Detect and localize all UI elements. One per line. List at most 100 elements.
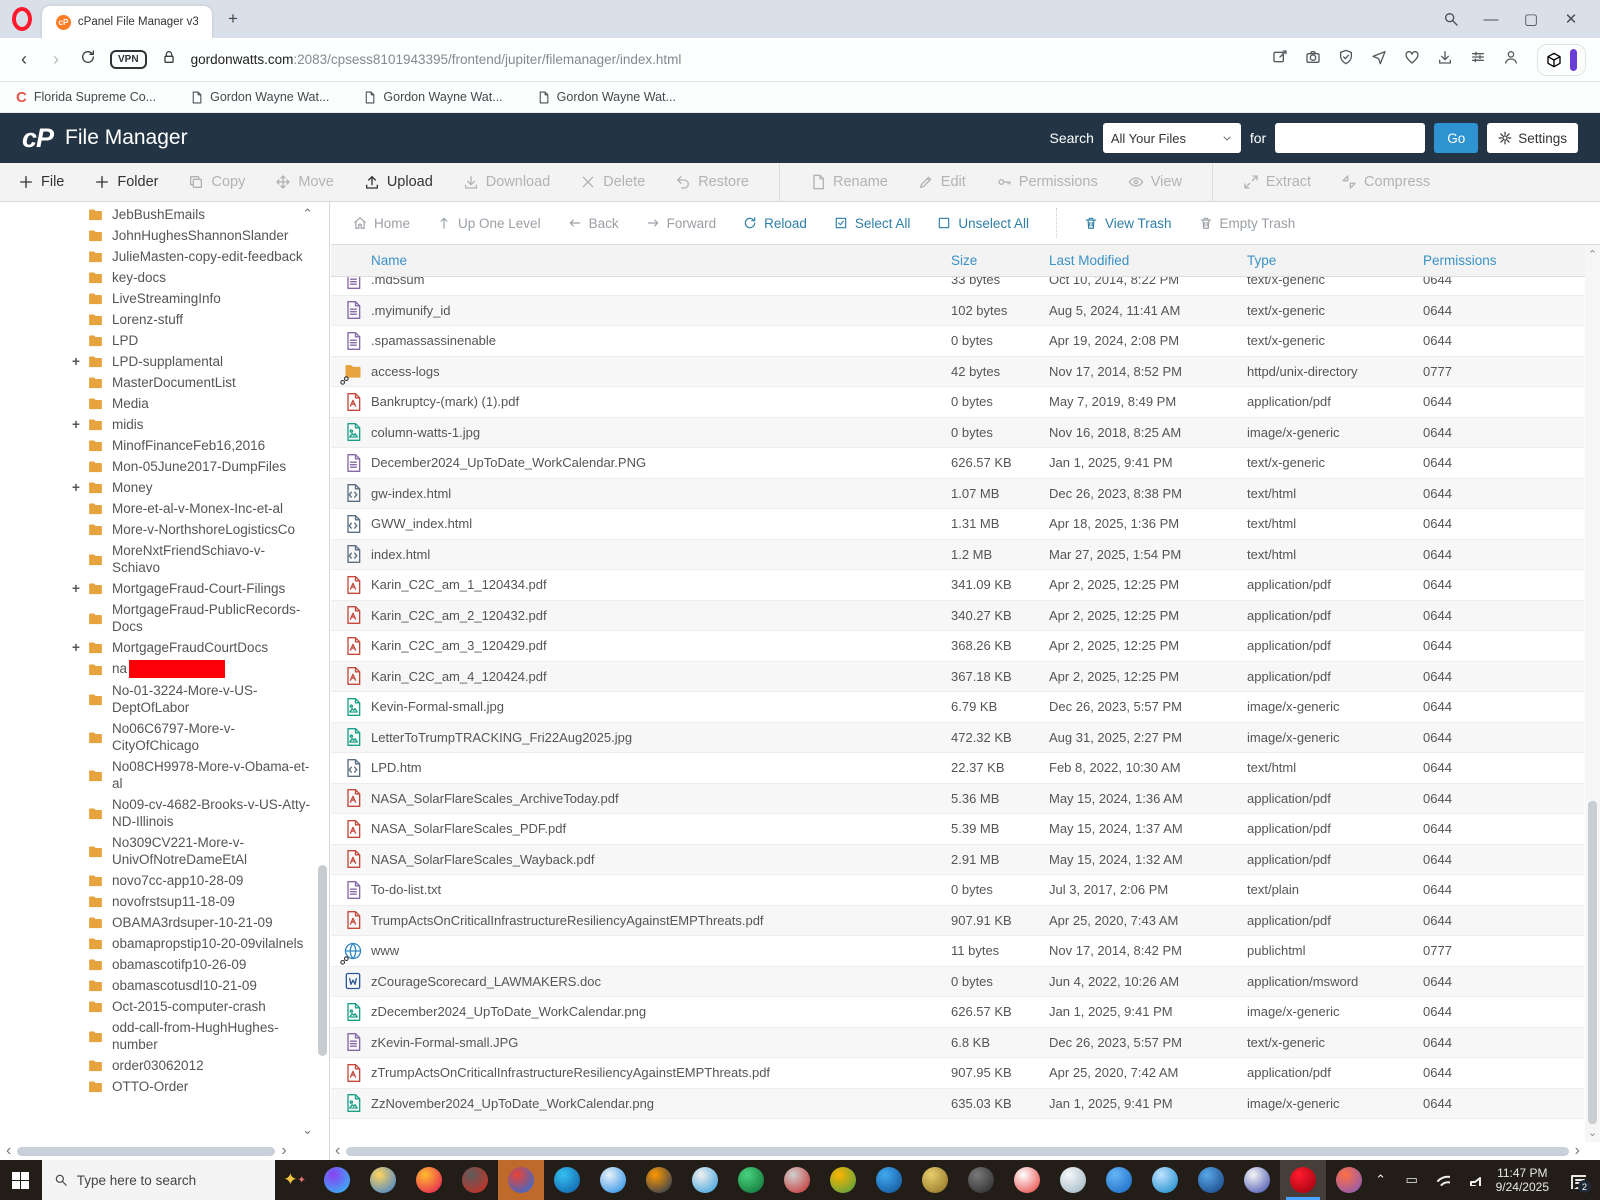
sidebar-item-morenxtfriendschiavo-v-schiavo[interactable]: MoreNxtFriendSchiavo-v-Schiavo bbox=[0, 540, 315, 578]
sidebar-item-no06c6797-more-v-cityofchicago[interactable]: No06C6797-More-v-CityOfChicago bbox=[0, 718, 315, 756]
close-button[interactable]: ✕ bbox=[1558, 6, 1584, 32]
table-row[interactable]: Karin_C2C_am_3_120429.pdf368.26 KBApr 2,… bbox=[331, 631, 1584, 662]
sidebar-scrollbar-thumb[interactable] bbox=[318, 865, 327, 1057]
column-header-type[interactable]: Type bbox=[1247, 253, 1423, 268]
forward-button[interactable]: Forward bbox=[646, 216, 717, 231]
file-name[interactable]: zTrumpActsOnCriticalInfrastructureResili… bbox=[371, 1065, 951, 1080]
back-icon[interactable]: ‹ bbox=[14, 49, 34, 70]
file-name[interactable]: Karin_C2C_am_3_120429.pdf bbox=[371, 638, 951, 653]
sidebar-item-no309cv221-more-v-univofnotredameetal[interactable]: No309CV221-More-v-UnivOfNotreDameEtAl bbox=[0, 832, 315, 870]
table-row[interactable]: Kevin-Formal-small.jpg6.79 KBDec 26, 202… bbox=[331, 692, 1584, 723]
file-name[interactable]: ZzNovember2024_UpToDate_WorkCalendar.png bbox=[371, 1096, 951, 1111]
file-name[interactable]: Karin_C2C_am_1_120434.pdf bbox=[371, 577, 951, 592]
table-horizontal-scrollbar[interactable]: ‹ › bbox=[335, 1144, 1580, 1158]
table-row[interactable]: zDecember2024_UpToDate_WorkCalendar.png6… bbox=[331, 997, 1584, 1028]
person-icon[interactable] bbox=[1503, 49, 1519, 70]
file-name[interactable]: www bbox=[371, 943, 951, 958]
stock-chart-icon[interactable] bbox=[1004, 1160, 1050, 1200]
table-row[interactable]: NASA_SolarFlareScales_PDF.pdf5.39 MBMay … bbox=[331, 814, 1584, 845]
media-player-icon[interactable] bbox=[728, 1160, 774, 1200]
file-name[interactable]: Karin_C2C_am_2_120432.pdf bbox=[371, 608, 951, 623]
sidebar-item-masterdocumentlist[interactable]: MasterDocumentList bbox=[0, 372, 315, 393]
table-row[interactable]: Bankruptcy-(mark) (1).pdf0 bytesMay 7, 2… bbox=[331, 387, 1584, 418]
bookmark-item[interactable]: Gordon Wayne Wat... bbox=[537, 90, 676, 104]
bookmark-item[interactable]: Gordon Wayne Wat... bbox=[190, 90, 329, 104]
mail-download-icon[interactable] bbox=[682, 1160, 728, 1200]
send-icon[interactable] bbox=[1371, 49, 1387, 70]
table-row[interactable]: GWW_index.html1.31 MBApr 18, 2025, 1:36 … bbox=[331, 509, 1584, 540]
empty-trash-button[interactable]: Empty Trash bbox=[1199, 216, 1296, 231]
chrome-icon[interactable] bbox=[498, 1160, 544, 1200]
file-name[interactable]: Karin_C2C_am_4_120424.pdf bbox=[371, 669, 951, 684]
sidebar-item-obamascotifp10-26-09[interactable]: obamascotifp10-26-09 bbox=[0, 954, 315, 975]
sidebar-item-novo7cc-app10-28-09[interactable]: novo7cc-app10-28-09 bbox=[0, 870, 315, 891]
file-name[interactable]: index.html bbox=[371, 547, 951, 562]
file-name[interactable]: NASA_SolarFlareScales_Wayback.pdf bbox=[371, 852, 951, 867]
table-scroll-up-icon[interactable]: ⌃ bbox=[1588, 248, 1597, 261]
sidebar-horizontal-scrollbar[interactable]: ‹ › bbox=[6, 1144, 315, 1158]
bookmark-item[interactable]: Gordon Wayne Wat... bbox=[363, 90, 502, 104]
file-name[interactable]: NASA_SolarFlareScales_ArchiveToday.pdf bbox=[371, 791, 951, 806]
jdownloader-icon[interactable] bbox=[636, 1160, 682, 1200]
table-row[interactable]: Karin_C2C_am_2_120432.pdf340.27 KBApr 2,… bbox=[331, 601, 1584, 632]
taskbar-search-box[interactable]: Type here to search bbox=[42, 1160, 276, 1200]
table-row[interactable]: Karin_C2C_am_4_120424.pdf367.18 KBApr 2,… bbox=[331, 662, 1584, 693]
expand-plus-icon[interactable]: + bbox=[72, 580, 87, 597]
table-scroll-down-icon[interactable]: ⌄ bbox=[1588, 1126, 1597, 1139]
color-brushes-icon[interactable] bbox=[1326, 1160, 1372, 1200]
sidebar-item-midis[interactable]: +midis bbox=[0, 414, 315, 435]
sidebar-item-obamascotusdl10-21-09[interactable]: obamascotusdl10-21-09 bbox=[0, 975, 315, 996]
file-name[interactable]: zKevin-Formal-small.JPG bbox=[371, 1035, 951, 1050]
file-name[interactable]: zCourageScorecard_LAWMAKERS.doc bbox=[371, 974, 951, 989]
table-row[interactable]: .myimunify_id102 bytesAug 5, 2024, 11:41… bbox=[331, 296, 1584, 327]
back-button[interactable]: Back bbox=[568, 216, 619, 231]
sidebar-item-no08ch9978-more-v-obama-et-al[interactable]: No08CH9978-More-v-Obama-et-al bbox=[0, 756, 315, 794]
table-row[interactable]: zTrumpActsOnCriticalInfrastructureResili… bbox=[331, 1058, 1584, 1089]
camera-icon[interactable] bbox=[1305, 49, 1321, 70]
file-name[interactable]: access-logs bbox=[371, 364, 951, 379]
lock-icon[interactable] bbox=[159, 49, 179, 70]
brave-icon[interactable] bbox=[452, 1160, 498, 1200]
outlook-icon[interactable] bbox=[866, 1160, 912, 1200]
unselect-all-button[interactable]: Unselect All bbox=[937, 216, 1029, 231]
taskbar-clock[interactable]: 11:47 PM 9/24/2025 bbox=[1496, 1166, 1549, 1194]
table-scroll-right-icon[interactable]: › bbox=[1575, 1142, 1580, 1160]
sidebar-item-obama3rdsuper-10-21-09[interactable]: OBAMA3rdsuper-10-21-09 bbox=[0, 912, 315, 933]
table-row[interactable]: LetterToTrumpTRACKING_Fri22Aug2025.jpg47… bbox=[331, 723, 1584, 754]
sidebar-item-novofrstsup11-18-09[interactable]: novofrstsup11-18-09 bbox=[0, 891, 315, 912]
notepad-icon[interactable] bbox=[1050, 1160, 1096, 1200]
go-button[interactable]: Go bbox=[1434, 123, 1478, 153]
table-row[interactable]: column-watts-1.jpg0 bytesNov 16, 2018, 8… bbox=[331, 418, 1584, 449]
sidebar-item-mon-05june2017-dumpfiles[interactable]: Mon-05June2017-DumpFiles bbox=[0, 456, 315, 477]
settings-button[interactable]: Settings bbox=[1487, 123, 1578, 153]
table-row[interactable]: access-logs42 bytesNov 17, 2014, 8:52 PM… bbox=[331, 357, 1584, 388]
start-button[interactable] bbox=[0, 1160, 42, 1200]
download-icon[interactable] bbox=[1437, 49, 1453, 70]
defender-shield-icon[interactable] bbox=[1234, 1160, 1280, 1200]
column-header-size[interactable]: Size bbox=[951, 253, 1049, 268]
file-name[interactable]: Bankruptcy-(mark) (1).pdf bbox=[371, 394, 951, 409]
file-explorer-icon[interactable] bbox=[360, 1160, 406, 1200]
expand-plus-icon[interactable]: + bbox=[72, 479, 87, 496]
paint3d-icon[interactable] bbox=[314, 1160, 360, 1200]
table-row[interactable]: LPD.htm22.37 KBFeb 8, 2022, 10:30 AMtext… bbox=[331, 753, 1584, 784]
column-header-last-modified[interactable]: Last Modified bbox=[1049, 253, 1247, 268]
sidebar-item-more-et-al-v-monex-inc-et-al[interactable]: More-et-al-v-Monex-Inc-et-al bbox=[0, 498, 315, 519]
url-text[interactable]: gordonwatts.com:2083/cpsess8101943395/fr… bbox=[191, 52, 682, 67]
sidebar-item-odd-call-from-hughhughes-number[interactable]: odd-call-from-HughHughes-number bbox=[0, 1017, 315, 1055]
tray-device-icon[interactable]: ▭ bbox=[1403, 1172, 1421, 1188]
opera-browser-icon[interactable] bbox=[12, 7, 32, 31]
edit-box-icon[interactable] bbox=[1272, 49, 1288, 70]
file-button[interactable]: File bbox=[18, 174, 64, 190]
media-disc-icon[interactable] bbox=[912, 1160, 958, 1200]
sidebar-item-mortgagefraud-court-filings[interactable]: +MortgageFraud-Court-Filings bbox=[0, 578, 315, 599]
cube-extension-icon[interactable] bbox=[1546, 52, 1562, 68]
table-row[interactable]: ZzNovember2024_UpToDate_WorkCalendar.png… bbox=[331, 1089, 1584, 1120]
blue-diamond-icon[interactable] bbox=[1188, 1160, 1234, 1200]
file-name[interactable]: zDecember2024_UpToDate_WorkCalendar.png bbox=[371, 1004, 951, 1019]
file-name[interactable]: LetterToTrumpTRACKING_Fri22Aug2025.jpg bbox=[371, 730, 951, 745]
blue-bird-icon[interactable] bbox=[1096, 1160, 1142, 1200]
table-row[interactable]: www11 bytesNov 17, 2014, 8:42 PMpublicht… bbox=[331, 936, 1584, 967]
table-row[interactable]: TrumpActsOnCriticalInfrastructureResilie… bbox=[331, 906, 1584, 937]
table-row[interactable]: .md5sum33 bytesOct 10, 2014, 8:22 PMtext… bbox=[331, 277, 1584, 296]
